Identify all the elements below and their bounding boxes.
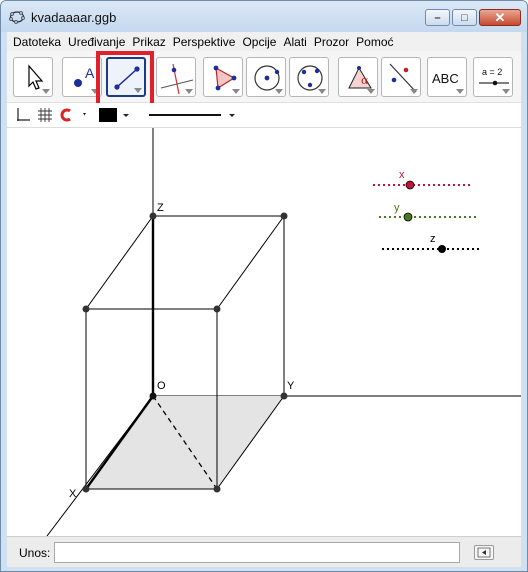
circle-center-point-tool-button[interactable] <box>246 57 286 97</box>
edge-top-right <box>216 215 285 310</box>
move-tool-button[interactable] <box>13 57 53 97</box>
show-grid-icon[interactable] <box>37 107 53 123</box>
triangle-left-icon <box>477 547 491 558</box>
graphics-view[interactable]: Z O Y X x y z <box>7 128 521 536</box>
application-content: Datoteka Uređivanje Prikaz Perspektive O… <box>7 32 521 567</box>
slider-z[interactable]: z <box>382 233 479 253</box>
point-capturing-icon[interactable] <box>59 107 89 123</box>
selected-tool-highlight <box>96 51 154 107</box>
vertex-top-back-right[interactable] <box>280 212 288 220</box>
text-tool-button[interactable]: ABC <box>427 57 467 97</box>
vertex-top-front-left[interactable] <box>82 305 90 313</box>
slider-x-label: x <box>399 169 405 181</box>
perpendicular-line-tool-button[interactable] <box>156 57 196 97</box>
geogebra-icon <box>9 11 25 24</box>
toolbar: A α ABC a = 2 <box>7 51 521 107</box>
text-tool-label: ABC <box>432 71 459 86</box>
close-icon: ✕ <box>494 9 506 25</box>
point-O[interactable] <box>149 392 157 400</box>
menu-datoteka[interactable]: Datoteka <box>13 35 61 49</box>
menu-prozor[interactable]: Prozor <box>314 35 349 49</box>
minimize-icon: – <box>434 11 441 24</box>
label-X: X <box>69 488 77 500</box>
edge-top-left <box>85 215 154 310</box>
color-dropdown-icon[interactable] <box>121 107 131 123</box>
color-swatch[interactable] <box>99 108 117 122</box>
menu-perspektive[interactable]: Perspektive <box>173 35 236 49</box>
point-Y[interactable] <box>280 392 288 400</box>
point-X[interactable] <box>82 485 90 493</box>
slider-x[interactable]: x <box>373 169 470 190</box>
menu-alati[interactable]: Alati <box>283 35 306 49</box>
angle-alpha-label: α <box>361 74 369 87</box>
menu-uredivanje[interactable]: Uređivanje <box>68 35 125 49</box>
slider-y-label: y <box>394 202 400 214</box>
graphics-drawing: Z O Y X x y z <box>46 128 521 536</box>
reflect-tool-button[interactable] <box>381 57 421 97</box>
input-help-button[interactable] <box>474 545 494 560</box>
menu-pomoc[interactable]: Pomoć <box>356 35 393 49</box>
label-Z: Z <box>157 202 164 214</box>
close-button[interactable]: ✕ <box>479 9 521 26</box>
circle-three-points-tool-button[interactable] <box>289 57 329 97</box>
point-Z[interactable] <box>149 212 157 220</box>
polygon-tool-button[interactable] <box>203 57 243 97</box>
input-label: Unos: <box>19 546 51 560</box>
slider-z-label: z <box>430 233 436 245</box>
window-title: kvadaaaar.ggb <box>31 10 117 25</box>
vertex-bottom-front-right[interactable] <box>213 485 221 493</box>
title-bar[interactable]: kvadaaaar.ggb – □ ✕ <box>1 1 527 32</box>
application-window: kvadaaaar.ggb – □ ✕ Datoteka Uređivanje … <box>0 0 528 572</box>
menu-prikaz[interactable]: Prikaz <box>132 35 165 49</box>
show-axes-icon[interactable] <box>15 107 31 123</box>
slider-y[interactable]: y <box>379 202 476 222</box>
style-bar <box>7 103 521 128</box>
input-bar: Unos: <box>7 536 521 567</box>
line-style-icon[interactable] <box>147 107 243 123</box>
angle-tool-button[interactable]: α <box>338 57 378 97</box>
label-O: O <box>157 380 166 392</box>
point-label-A: A <box>85 65 95 81</box>
input-field[interactable] <box>54 542 460 563</box>
maximize-button[interactable]: □ <box>452 9 477 26</box>
vertex-top-front-right[interactable] <box>213 305 221 313</box>
slider-tool-button[interactable]: a = 2 <box>473 57 513 97</box>
minimize-button[interactable]: – <box>425 9 450 26</box>
label-Y: Y <box>287 380 295 392</box>
menu-bar: Datoteka Uređivanje Prikaz Perspektive O… <box>7 32 521 51</box>
menu-opcije[interactable]: Opcije <box>242 35 276 49</box>
slider-tool-label: a = 2 <box>482 67 502 77</box>
maximize-icon: □ <box>461 11 468 24</box>
